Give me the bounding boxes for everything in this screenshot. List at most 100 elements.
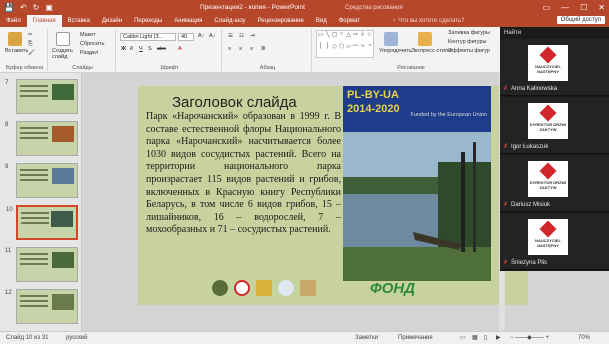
comments-button[interactable]: Примечания <box>398 332 433 344</box>
slide-canvas[interactable]: Заголовок слайда Парк «Нарочанский» обра… <box>138 86 528 305</box>
italic-button[interactable]: К <box>130 46 133 52</box>
slide-body-text[interactable]: Парк «Нарочанский» образован в 1999 г. В… <box>146 111 341 237</box>
shape-rectangle-icon[interactable]: ▭ <box>317 31 324 43</box>
notes-button[interactable]: Заметки <box>355 332 378 344</box>
shape-rounded-rect-icon[interactable]: ▢ <box>331 31 338 43</box>
shadow-button[interactable]: S <box>148 46 152 52</box>
shrink-font-icon[interactable]: A↓ <box>209 33 215 39</box>
align-left-icon[interactable]: ≡ <box>228 46 231 52</box>
justify-icon[interactable]: ≣ <box>261 46 266 52</box>
section-button[interactable]: Раздел <box>80 50 98 56</box>
tab-format[interactable]: Формат <box>333 15 366 27</box>
cut-icon[interactable]: ✂ <box>28 32 33 38</box>
font-color-icon[interactable]: A <box>178 46 182 52</box>
undo-icon[interactable]: ↶ <box>20 3 27 12</box>
minimize-button[interactable]: — <box>561 3 569 12</box>
tab-slideshow[interactable]: Слайд-шоу <box>208 15 251 27</box>
shape-pie-icon[interactable]: ◔ <box>366 43 373 57</box>
new-slide-button[interactable]: Создать слайд <box>52 48 78 60</box>
tab-transitions[interactable]: Переходы <box>128 15 168 27</box>
bullets-icon[interactable]: ☰ <box>228 33 233 39</box>
indent-icon[interactable]: ⇥ <box>250 33 255 39</box>
copy-icon[interactable]: ⎘ <box>28 41 32 48</box>
shape-star-icon[interactable]: ☆ <box>366 31 373 43</box>
sorter-view-icon[interactable]: ▦ <box>472 332 478 344</box>
shape-right-brace-icon[interactable]: } <box>324 43 331 57</box>
format-painter-icon[interactable]: 🖌 <box>28 50 35 56</box>
shape-diamond-icon[interactable]: ◇ <box>331 43 338 57</box>
arrange-icon[interactable] <box>384 32 398 46</box>
shape-triangle-icon[interactable]: △ <box>345 31 352 43</box>
font-name-select[interactable]: Calibri Light (З... <box>120 33 176 41</box>
drawing-group: Упорядочить Экспресс-стили Рисование <box>378 29 451 71</box>
shape-oval-icon[interactable]: ○ <box>338 31 345 43</box>
slide-thumbnail[interactable]: 11 <box>5 247 78 282</box>
shape-left-brace-icon[interactable]: { <box>317 43 324 57</box>
shape-arc-icon[interactable]: ⌒ <box>352 43 359 57</box>
participant-tile[interactable]: DYREKTOR DRZWI ZAKTYW ✗ Dariusz Misiuk <box>500 155 609 212</box>
window-title: Презентация2 - копия - PowerPoint <box>200 4 305 11</box>
shape-parallelogram-icon[interactable]: ▱ <box>345 43 352 57</box>
font-group-label: Шрифт <box>160 65 179 71</box>
ribbon-display-icon[interactable]: ▭ <box>543 3 551 12</box>
bold-button[interactable]: Ж <box>121 46 126 52</box>
zoom-level[interactable]: 70% <box>578 332 590 344</box>
maximize-button[interactable]: ☐ <box>580 3 587 12</box>
underline-button[interactable]: Ч <box>139 46 143 52</box>
shape-pentagon-icon[interactable]: ⬠ <box>338 43 345 57</box>
quick-styles-icon[interactable] <box>418 32 432 46</box>
language-indicator[interactable]: русский <box>66 332 88 344</box>
grow-font-icon[interactable]: A↑ <box>198 33 204 39</box>
shape-effects-button[interactable]: Эффекты фигур <box>448 48 490 54</box>
quick-styles-button[interactable]: Экспресс-стили <box>411 48 451 54</box>
align-right-icon[interactable]: ≡ <box>250 46 253 52</box>
participant-tile[interactable]: NAUCZYCIEL NASTĘPNY ✗ Anna Kalinowska <box>500 39 609 96</box>
shape-curved-arrow-icon[interactable]: ⤷ <box>359 43 366 57</box>
participant-tile[interactable]: DYREKTOR DRZWI ZAKTYW ✗ Igor Łukaszuk <box>500 97 609 154</box>
tab-animations[interactable]: Анимация <box>168 15 208 27</box>
slide-thumbnail[interactable]: 9 <box>5 163 78 198</box>
clipboard-group-label: Буфер обмена <box>5 65 44 71</box>
slide-thumbnail[interactable]: 12 <box>5 289 78 324</box>
tab-home[interactable]: Главная <box>26 15 62 27</box>
save-icon[interactable]: 💾 <box>4 3 14 12</box>
normal-view-icon[interactable]: ▭ <box>460 332 466 344</box>
reading-view-icon[interactable]: ▯ <box>484 332 487 344</box>
numbering-icon[interactable]: ☷ <box>239 33 244 39</box>
shape-outline-button[interactable]: Контур фигуры <box>448 39 486 45</box>
shape-right-arrow-icon[interactable]: ⇨ <box>352 31 359 43</box>
shape-fill-button[interactable]: Заливка фигуры <box>448 30 490 36</box>
slide-thumbnails-pane[interactable]: 7 8 9 10 11 12 <box>0 73 82 331</box>
slide-thumbnail[interactable]: 8 <box>5 121 78 156</box>
participant-name: ✗ Śnieżyna Plis <box>503 260 548 266</box>
share-button[interactable]: Общий доступ <box>556 16 605 24</box>
slide-thumbnail-selected[interactable]: 10 <box>6 205 78 240</box>
zoom-slider[interactable]: − ——◆—— + <box>510 332 549 344</box>
present-icon[interactable]: ▣ <box>45 3 53 12</box>
font-size-select[interactable]: 40 <box>178 33 194 41</box>
tab-view[interactable]: Вид <box>310 15 333 27</box>
tab-review[interactable]: Рецензирование <box>252 15 310 27</box>
paste-button[interactable]: Вставить <box>5 48 28 54</box>
shape-line-icon[interactable]: ╲ <box>324 31 331 43</box>
redo-icon[interactable]: ↻ <box>33 3 40 12</box>
arrange-button[interactable]: Упорядочить <box>379 48 412 54</box>
tab-file[interactable]: Файл <box>0 15 27 27</box>
layout-button[interactable]: Макет <box>80 32 96 38</box>
participant-tile[interactable]: NAUCZYCIEL NASTĘPNY ✗ Śnieżyna Plis <box>500 213 609 270</box>
tab-insert[interactable]: Вставка <box>62 15 96 27</box>
close-button[interactable]: ✕ <box>598 3 605 12</box>
slide-thumbnail[interactable]: 7 <box>5 79 78 114</box>
reset-button[interactable]: Сбросить <box>80 41 104 47</box>
participants-header[interactable]: Найти <box>500 27 609 39</box>
paste-icon[interactable] <box>8 32 22 46</box>
slideshow-view-icon[interactable]: ▶ <box>496 332 501 344</box>
tab-design[interactable]: Дизайн <box>96 15 128 27</box>
shapes-gallery[interactable]: ▭ ╲ ▢ ○ △ ⇨ ⇩ ☆ { } ◇ ⬠ ▱ ⌒ ⤷ ◔ <box>316 30 374 58</box>
strikethrough-button[interactable]: abc <box>157 46 166 52</box>
shape-down-arrow-icon[interactable]: ⇩ <box>359 31 366 43</box>
tell-me-input[interactable]: ♀ Что вы хотите сделать? <box>392 15 465 27</box>
slide-title[interactable]: Заголовок слайда <box>172 94 297 111</box>
new-slide-icon[interactable] <box>56 32 70 46</box>
align-center-icon[interactable]: ≡ <box>239 46 242 52</box>
